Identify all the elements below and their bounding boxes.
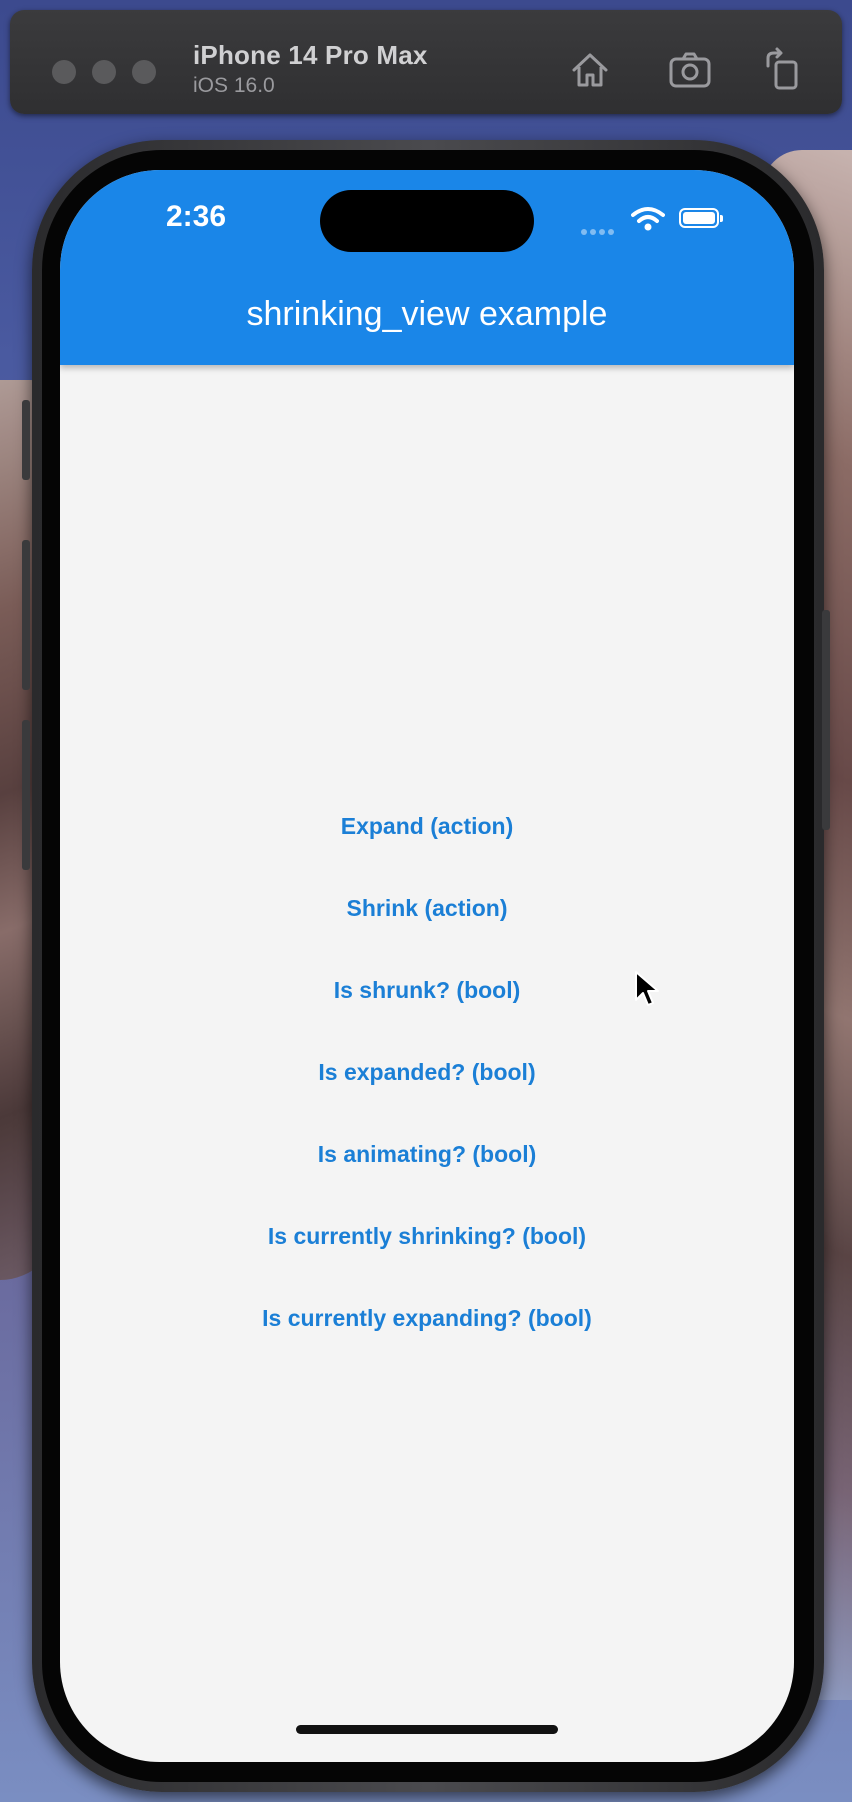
screenshot-icon xyxy=(669,52,711,88)
home-icon xyxy=(572,53,608,87)
window-zoom-button[interactable] xyxy=(132,60,156,84)
home-button[interactable] xyxy=(566,46,614,94)
is-shrunk-button[interactable]: Is shrunk? (bool) xyxy=(60,949,794,1031)
os-version: iOS 16.0 xyxy=(193,74,275,97)
home-indicator[interactable] xyxy=(296,1725,558,1734)
dynamic-island xyxy=(320,190,534,252)
app-bar: 2:36 shrinking_view example xyxy=(60,170,794,365)
cellular-icon xyxy=(581,222,617,240)
mouse-cursor-icon xyxy=(635,971,659,1006)
device-name: iPhone 14 Pro Max xyxy=(193,40,428,70)
screenshot-button[interactable] xyxy=(666,46,714,94)
power-button xyxy=(822,610,830,830)
action-list: Expand (action) Shrink (action) Is shrun… xyxy=(60,785,794,1359)
is-animating-button[interactable]: Is animating? (bool) xyxy=(60,1113,794,1195)
is-currently-shrinking-button[interactable]: Is currently shrinking? (bool) xyxy=(60,1195,794,1277)
shrink-action-button[interactable]: Shrink (action) xyxy=(60,867,794,949)
rotate-icon xyxy=(766,47,798,90)
battery-icon xyxy=(679,208,723,228)
is-currently-expanding-button[interactable]: Is currently expanding? (bool) xyxy=(60,1277,794,1359)
status-time: 2:36 xyxy=(166,200,227,233)
volume-down-button xyxy=(22,720,30,870)
volume-up-button xyxy=(22,540,30,690)
app-bar-title: shrinking_view example xyxy=(246,295,608,333)
mute-switch xyxy=(22,400,30,480)
expand-action-button[interactable]: Expand (action) xyxy=(60,785,794,867)
rotate-button[interactable] xyxy=(758,46,806,94)
wifi-icon xyxy=(631,207,665,231)
window-minimize-button[interactable] xyxy=(92,60,116,84)
window-close-button[interactable] xyxy=(52,60,76,84)
simulator-title-bar: iPhone 14 Pro Max iOS 16.0 xyxy=(10,10,842,114)
phone-screen: 2:36 shrinking_view example Expand (acti… xyxy=(60,170,794,1762)
is-expanded-button[interactable]: Is expanded? (bool) xyxy=(60,1031,794,1113)
